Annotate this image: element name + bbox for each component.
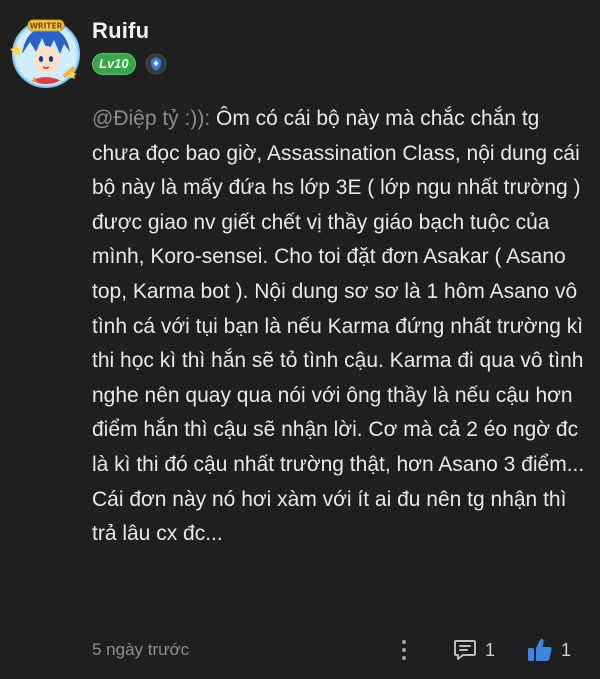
level-badge: Lv10 [92,53,136,75]
like-count: 1 [561,639,572,660]
comment-reply-icon [454,640,476,660]
author-name[interactable]: Ruifu [92,18,149,44]
author-badges: Lv10 [92,53,167,75]
thumbs-up-icon [528,638,552,661]
more-options-button[interactable] [392,636,416,664]
comment-body: @Điệp tỷ :)): Ôm có cái bộ này mà chắc c… [92,102,586,552]
more-vertical-icon-dot [402,656,406,660]
avatar-badge-label: WRITER [30,22,63,31]
avatar-image: WRITER [10,19,80,88]
reply-count: 1 [485,639,496,660]
avatar[interactable]: WRITER [8,14,84,90]
comment-footer: 5 ngày trước 1 1 [92,636,582,666]
verified-shield-icon [145,53,167,75]
more-vertical-icon-dot [402,648,406,652]
comment-item: WRITER Ruifu Lv10 @Điệp tỷ :)): Ôm có cá… [0,0,600,679]
like-button[interactable]: 1 [526,636,571,664]
reply-button[interactable]: 1 [452,636,495,664]
mention-link[interactable]: @Điệp tỷ :)): [92,107,210,130]
comment-text: Ôm có cái bộ này mà chắc chắn tg chưa đọ… [92,107,585,546]
timestamp: 5 ngày trước [92,640,190,659]
more-vertical-icon [402,640,406,644]
